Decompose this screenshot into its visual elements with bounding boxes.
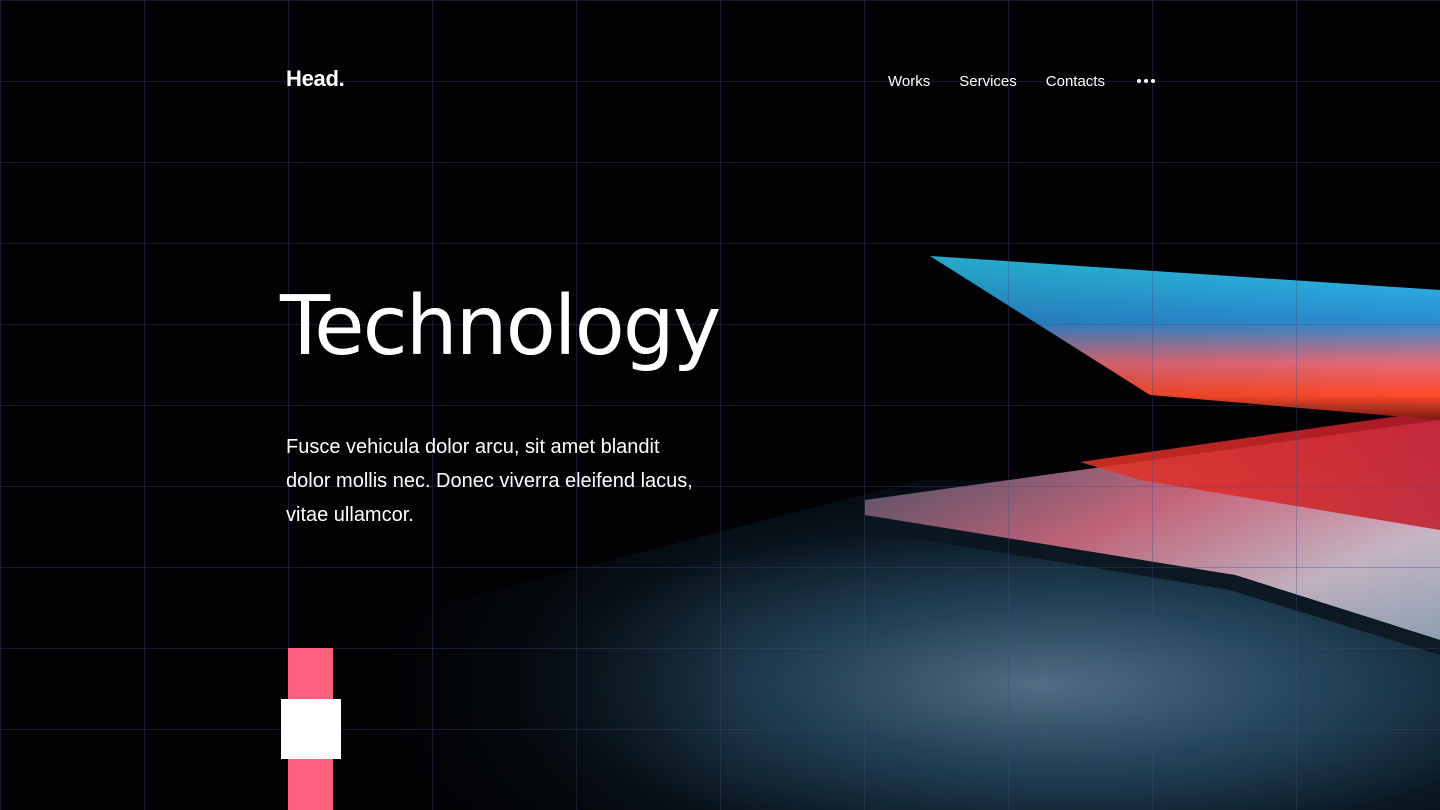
more-dots-icon[interactable] [1136,72,1155,90]
logo-dot: . [338,66,345,91]
main-nav: Works Services Contacts [888,72,1155,90]
scroll-thumb[interactable] [281,699,341,759]
nav-item-services[interactable]: Services [959,73,1017,90]
nav-item-contacts[interactable]: Contacts [1046,73,1105,90]
hero-title: Technology [280,279,721,374]
hero-page: Head. Works Services Contacts Technology… [0,0,1440,810]
hero-description: Fusce vehicula dolor arcu, sit amet blan… [286,436,693,526]
logo-text: Head [286,66,339,91]
nav-item-works[interactable]: Works [888,73,930,90]
logo[interactable]: Head. [286,66,345,92]
